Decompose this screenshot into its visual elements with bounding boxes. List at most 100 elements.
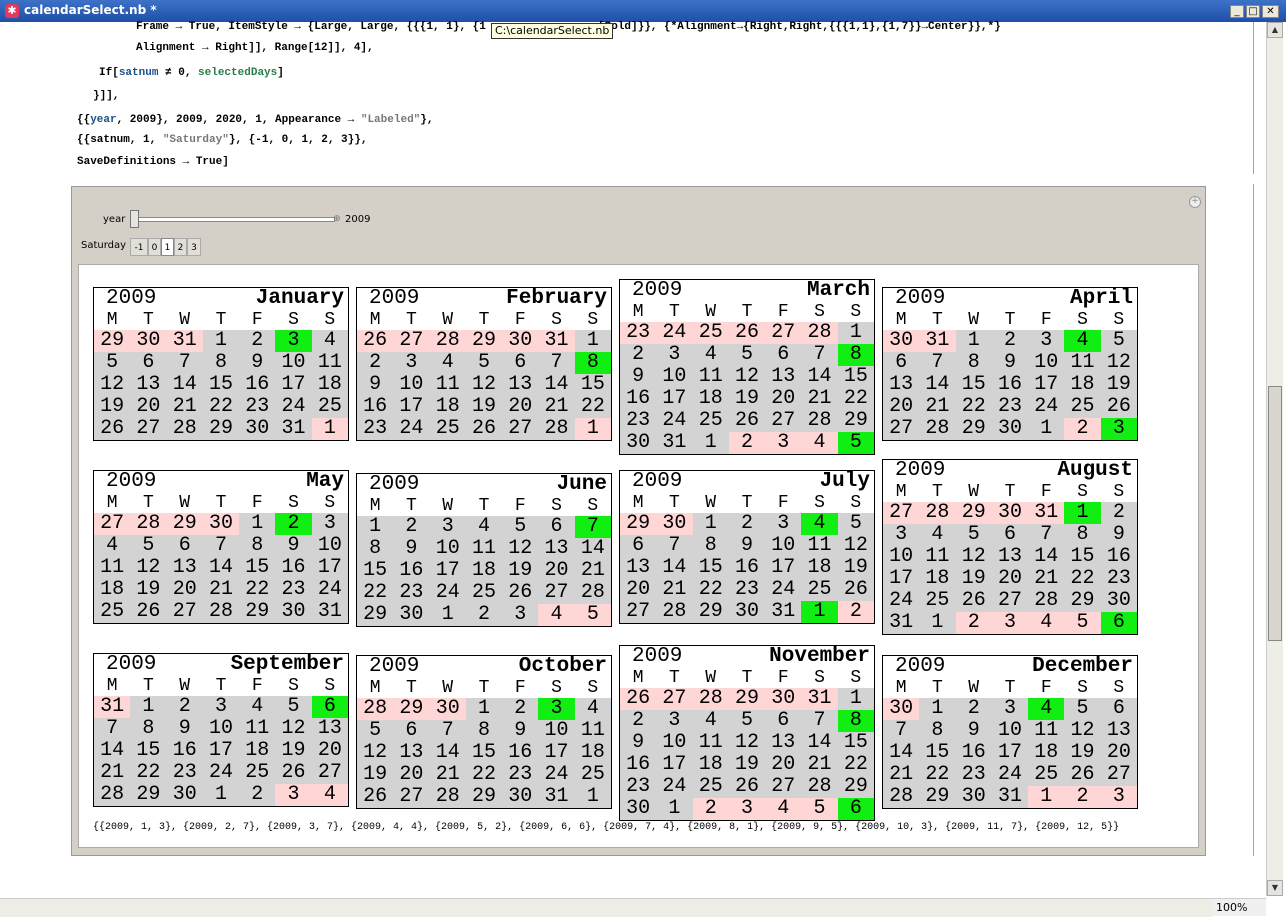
weekday-label: S	[1113, 482, 1125, 502]
weekday-label: W	[179, 676, 191, 696]
horizontal-scrollbar[interactable]	[0, 898, 1212, 917]
day-cell: 9	[357, 374, 394, 396]
scroll-down-icon[interactable]: ▼	[1267, 880, 1283, 896]
day-cell: 3	[765, 513, 802, 535]
selected-day-cell: 6	[1100, 612, 1137, 634]
saturday-option-button[interactable]: -1	[130, 238, 148, 256]
day-cell: 14	[801, 366, 838, 388]
day-cell: 4	[919, 524, 956, 546]
calendar-year: 2009	[369, 655, 420, 678]
plus-icon[interactable]: +	[1189, 196, 1201, 208]
saturday-option-button[interactable]: 2	[174, 238, 187, 256]
maximize-icon[interactable]: □	[1246, 5, 1260, 18]
close-icon[interactable]: ✕	[1262, 5, 1279, 18]
day-cell: 30	[620, 432, 657, 454]
day-cell: 19	[130, 579, 167, 601]
weekday-label: T	[932, 482, 943, 502]
zoom-level[interactable]: 100%	[1212, 898, 1266, 916]
day-cell: 1	[202, 784, 240, 806]
weekday-label: W	[968, 482, 980, 502]
day-cell: 17	[991, 742, 1029, 764]
calendar-header: 2009 February	[357, 288, 611, 310]
day-cell: 10	[1028, 352, 1065, 374]
day-cell: 10	[538, 720, 575, 742]
day-cell: 3	[728, 798, 766, 820]
day-cell: 3	[991, 612, 1029, 634]
weekday-label: W	[968, 310, 980, 330]
day-cell: 18	[801, 557, 838, 579]
weekday-label: W	[442, 496, 454, 516]
year-slider[interactable]	[133, 217, 335, 222]
day-cell: 28	[429, 330, 466, 352]
day-cell: 16	[393, 560, 430, 582]
day-cell: 29	[620, 513, 657, 535]
day-cell: 14	[166, 374, 203, 396]
day-cell: 18	[1028, 742, 1065, 764]
day-cell: 10	[202, 718, 240, 740]
weekday-label: S	[324, 676, 336, 696]
vertical-scrollbar[interactable]: ▲ ▼	[1266, 22, 1283, 896]
saturday-option-button[interactable]: 3	[187, 238, 201, 256]
day-cell: 1	[311, 418, 348, 440]
day-cell: 3	[502, 604, 539, 626]
day-cell: 27	[765, 776, 802, 798]
day-cell: 26	[955, 590, 992, 612]
month-calendar-july: 2009 July M T W T F S S 29 30 1 2 3 4 5 6 7 8 9 10 11 12 13 14 15…	[619, 470, 875, 624]
weekday-label: F	[514, 496, 526, 516]
day-cell: 5	[1100, 330, 1137, 352]
day-cell: 28	[1028, 590, 1065, 612]
day-cell: 1	[692, 432, 729, 454]
day-cell: 21	[574, 560, 611, 582]
day-cell: 10	[311, 535, 348, 557]
year-slider-thumb[interactable]	[130, 210, 139, 228]
weekday-label: S	[1113, 310, 1125, 330]
saturday-option-button[interactable]: 0	[148, 238, 161, 256]
day-cell: 27	[883, 502, 920, 524]
day-cell: 5	[837, 513, 874, 535]
output-cell-bracket[interactable]	[1250, 184, 1254, 856]
day-cell: 28	[202, 601, 240, 623]
weekday-label: M	[369, 310, 381, 330]
day-cell: 6	[991, 524, 1029, 546]
day-cell: 27	[94, 513, 131, 535]
day-cell: 1	[465, 698, 503, 720]
minimize-icon[interactable]: _	[1230, 5, 1244, 18]
day-cell: 29	[692, 601, 729, 623]
day-cell: 4	[692, 710, 729, 732]
day-cell: 15	[919, 742, 956, 764]
day-cell: 2	[955, 612, 992, 634]
day-cell: 21	[919, 396, 956, 418]
day-cell: 18	[574, 742, 611, 764]
weekday-label: T	[1004, 482, 1016, 502]
weekday-label: S	[551, 310, 562, 330]
day-cell: 20	[393, 764, 430, 786]
month-calendar-january: 2009 January M T W T F S S 29 30 31 1 2 3 4 5 6 7 8 9 10 11 12 1…	[93, 287, 349, 441]
slider-expand-icon[interactable]: ⊕	[333, 214, 341, 224]
day-cell: 29	[202, 418, 240, 440]
day-cell: 27	[502, 418, 539, 440]
day-cell: 11	[692, 732, 729, 754]
day-cell: 1	[239, 513, 276, 535]
scroll-up-icon[interactable]: ▲	[1267, 22, 1283, 38]
day-cell: 25	[239, 762, 276, 784]
day-cell: 22	[837, 388, 874, 410]
day-cell: 30	[1100, 590, 1137, 612]
weekday-header: MTWTFSS	[94, 493, 348, 513]
calendar-header: 2009 July	[620, 471, 874, 493]
day-cell: 14	[1028, 546, 1065, 568]
day-cell: 3	[429, 516, 466, 538]
day-cell: 11	[692, 366, 729, 388]
day-grid: 23 24 25 26 27 28 1 2 3 4 5 6 7 8 9 10 11 12 13 14 15 16 17 18 1…	[620, 322, 874, 454]
day-cell: 26	[1064, 764, 1101, 786]
day-cell: 4	[429, 352, 466, 374]
day-cell: 29	[166, 513, 203, 535]
day-cell: 25	[801, 579, 838, 601]
vertical-scroll-thumb[interactable]	[1268, 386, 1282, 641]
day-cell: 3	[393, 352, 430, 374]
saturday-option-button[interactable]: 1	[161, 238, 174, 256]
window-title-bar[interactable]: ✱ calendarSelect.nb * _ □ ✕	[0, 0, 1286, 22]
input-cell-bracket[interactable]	[1250, 22, 1254, 174]
weekday-label: S	[551, 496, 562, 516]
day-cell: 25	[311, 396, 348, 418]
calendar-year: 2009	[895, 287, 946, 310]
